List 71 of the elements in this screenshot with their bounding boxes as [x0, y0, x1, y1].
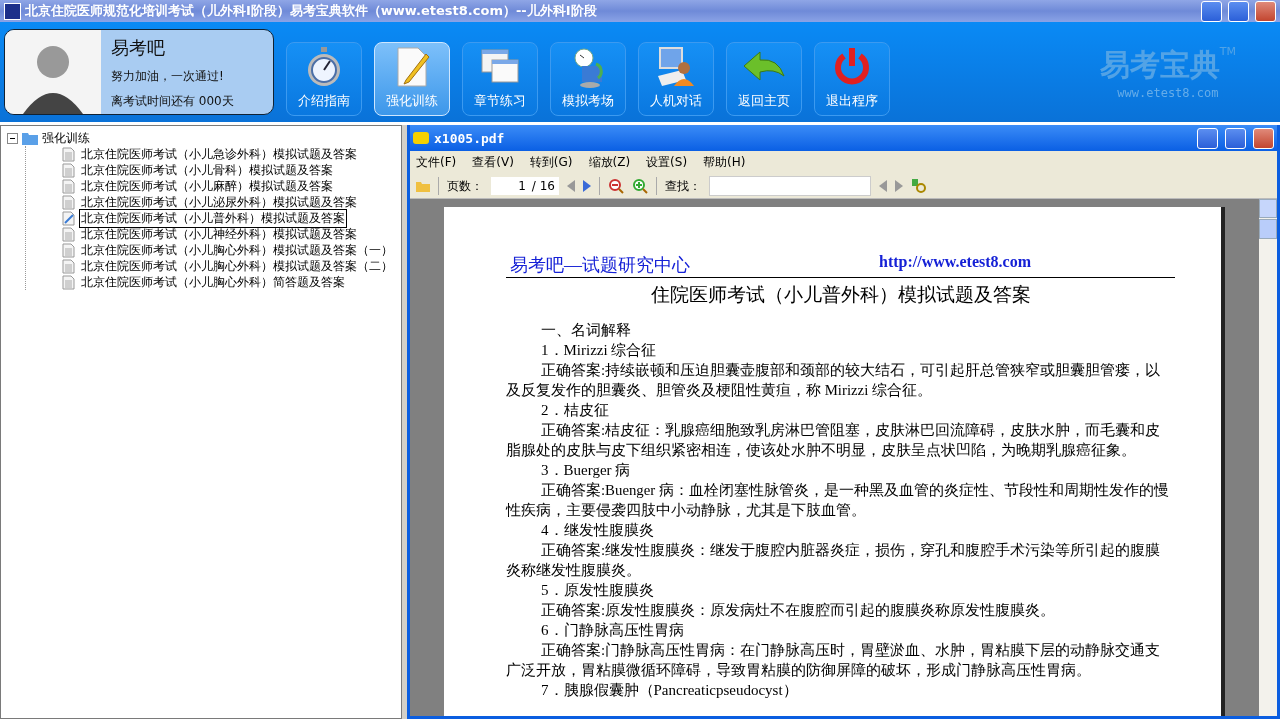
document-icon [62, 226, 75, 242]
menu-item[interactable]: 设置(S) [646, 154, 688, 171]
menu-item[interactable]: 帮助(H) [703, 154, 746, 171]
answer-paragraph: 正确答案:持续嵌顿和压迫胆囊壶腹部和颈部的较大结石，可引起肝总管狭窄或胆囊胆管瘘，以及反复发作的胆囊炎、胆管炎及梗阻性黄疸，称 Mirizzi 综合征。 [506, 361, 1162, 400]
menu-item[interactable]: 文件(F) [416, 154, 457, 171]
document-pen-icon [62, 210, 75, 226]
find-options-icon[interactable] [911, 178, 927, 194]
nav-button[interactable]: 章节练习 [462, 42, 538, 116]
document-title: 住院医师考试（小儿普外科）模拟试题及答案 [649, 283, 1032, 307]
answer-paragraph: 正确答案:桔皮征：乳腺癌细胞致乳房淋巴管阻塞，皮肤淋巴回流障碍，皮肤水肿，而毛囊和皮脂腺处的皮肤与皮下组织紧密相连，使该处水肿不明显，皮肤呈点状凹陷，为晚期乳腺癌征象。 [506, 421, 1162, 460]
answer-paragraph: 正确答案:继发性腹膜炎：继发于腹腔内脏器炎症，损伤，穿孔和腹腔手术污染等所引起的腹膜炎称继发性腹膜炎。 [506, 541, 1162, 580]
zoom-out-icon[interactable] [608, 178, 624, 194]
answer-paragraph: 正确答案:原发性腹膜炎：原发病灶不在腹腔而引起的腹膜炎称原发性腹膜炎。 [540, 601, 1057, 620]
app-icon [4, 2, 21, 20]
collapse-icon[interactable] [7, 132, 18, 144]
zoom-in-icon[interactable] [632, 178, 648, 194]
countdown-text: 离考试时间还有 000天 [111, 93, 234, 110]
question-heading: 一、名词解释 [540, 321, 632, 340]
pdf-window-title: x1005.pdf [434, 130, 506, 146]
nav-button[interactable]: 退出程序 [814, 42, 890, 116]
logo-url: www.etest8.com [1117, 85, 1219, 100]
next-result-icon[interactable] [895, 180, 903, 192]
slogan-text: 努力加油，一次通过! [111, 68, 225, 85]
find-label: 查找： [665, 177, 701, 195]
nav-button[interactable]: 返回主页 [726, 42, 802, 116]
restore-button[interactable] [1228, 0, 1249, 22]
document-icon [62, 178, 75, 194]
document-icon [62, 194, 75, 210]
question-heading: 6．门静脉高压性胃病 [540, 621, 685, 640]
scrollbar[interactable] [1259, 199, 1277, 716]
document-header-url: http://www.etest8.com [879, 253, 1032, 273]
nav-button[interactable]: 介绍指南 [286, 42, 362, 116]
tree-item[interactable]: 北京住院医师考试（小儿普外科）模拟试题及答案 [79, 208, 347, 228]
page-field[interactable]: 1 / 16 [491, 177, 559, 195]
minimize-button[interactable] [1201, 0, 1222, 22]
menu-item[interactable]: 转到(G) [529, 154, 573, 171]
next-page-icon[interactable] [583, 180, 591, 192]
document-icon [62, 146, 75, 162]
close-button[interactable] [1255, 0, 1276, 22]
window-title: 北京住院医师规范化培训考试（儿外科Ⅰ阶段）易考宝典软件（www.etest8.com）--儿外科Ⅰ阶段 [25, 2, 598, 20]
document-icon [62, 162, 75, 178]
document-icon [62, 242, 75, 258]
logo-text: 易考宝典 [1099, 45, 1220, 84]
menu-item[interactable]: 查看(V) [472, 154, 514, 171]
minimize-button[interactable] [1197, 127, 1218, 149]
find-field[interactable] [709, 176, 871, 196]
document-icon [62, 274, 75, 290]
question-heading: 5．原发性腹膜炎 [540, 581, 655, 600]
menu-item[interactable]: 缩放(Z) [588, 154, 631, 171]
tree-root-label[interactable]: 强化训练 [42, 129, 90, 147]
previous-result-icon[interactable] [879, 180, 887, 192]
nav-button[interactable]: 模拟考场 [550, 42, 626, 116]
page-label: 页数： [447, 177, 483, 195]
question-heading: 4．继发性腹膜炎 [540, 521, 655, 540]
maximize-button[interactable] [1225, 127, 1246, 149]
computer-user-icon [656, 46, 696, 88]
question-heading: 1．Mirizzi 综合征 [540, 341, 658, 360]
question-heading: 2．桔皮征 [540, 401, 610, 420]
document-icon [62, 258, 75, 274]
question-heading: 7．胰腺假囊肿（Pancreaticpseudocyst） [540, 681, 799, 700]
folder-icon [22, 131, 38, 145]
pdf-app-icon [413, 132, 429, 144]
nav-button[interactable]: 人机对话 [638, 42, 714, 116]
answer-paragraph: 正确答案:Buenger 病：血栓闭塞性脉管炎，是一种黑及血管的炎症性、节段性和周期性发作的慢性疾病，主要侵袭四肢中小动静脉，尤其是下肢血管。 [506, 481, 1170, 520]
previous-page-icon[interactable] [567, 180, 575, 192]
profile-name: 易考吧 [111, 36, 166, 60]
question-heading: 3．Buerger 病 [540, 461, 632, 480]
close-button[interactable] [1253, 127, 1274, 149]
document-header-text: 易考吧—试题研究中心 [510, 254, 690, 277]
answer-paragraph: 正确答案:门静脉高压性胃病：在门静脉高压时，胃壁淤血、水肿，胃粘膜下层的动静脉交通支广泛开放，胃粘膜微循环障碍，导致胃粘膜的防御屏障的破坏，形成门静脉高压性胃病。 [506, 641, 1162, 680]
trademark-text: TM [1219, 44, 1236, 58]
